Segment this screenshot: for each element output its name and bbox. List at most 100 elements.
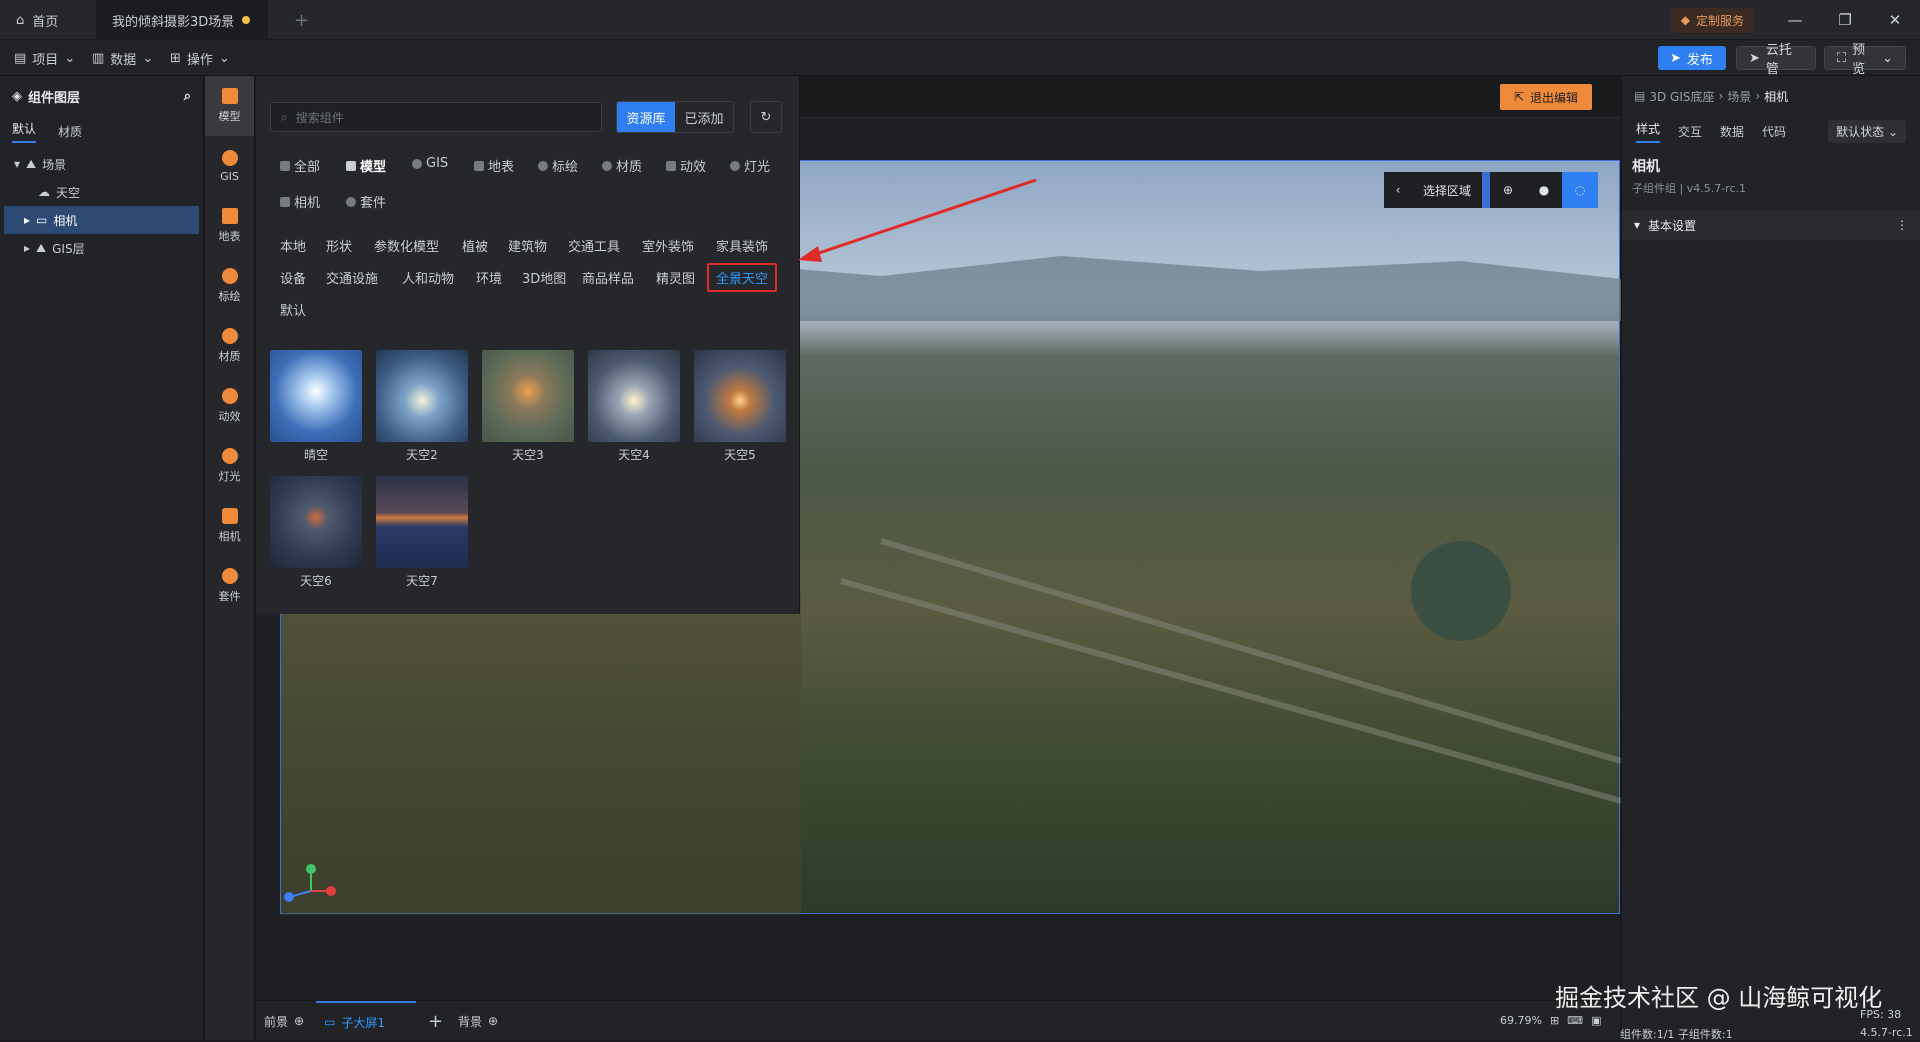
subcategory-building[interactable]: 建筑物	[508, 236, 547, 255]
sidebar-item-light[interactable]: 灯光	[205, 436, 254, 496]
tree-item-scene[interactable]: ▾ ⛰ 场景	[0, 150, 203, 178]
sky-thumbnail-3[interactable]	[482, 350, 574, 442]
layer-tab-material[interactable]: 材质	[58, 123, 82, 140]
exit-edit-button[interactable]: ⇱ 退出编辑	[1500, 84, 1592, 110]
sky-thumbnail-7[interactable]	[376, 476, 468, 568]
restore-icon[interactable]: ❐	[1820, 11, 1870, 29]
category-gis[interactable]: GIS	[412, 156, 448, 171]
add-screen-button[interactable]: +	[428, 1001, 443, 1041]
tab-home[interactable]: ⌂ 首页	[0, 0, 92, 40]
sidebar-item-model[interactable]: 模型	[205, 76, 254, 136]
camera-icon	[280, 196, 290, 207]
refresh-icon[interactable]: ↻	[750, 101, 782, 133]
sphere-icon[interactable]: ●	[1526, 172, 1562, 208]
sidebar-item-kit[interactable]: 套件	[205, 556, 254, 616]
tree-item-label: 天空	[56, 185, 81, 200]
model-icon	[346, 160, 356, 171]
subcategory-sprite[interactable]: 精灵图	[656, 268, 695, 287]
chevron-left-icon[interactable]: ‹	[1384, 172, 1412, 208]
category-terrain[interactable]: 地表	[474, 156, 514, 175]
added-button[interactable]: 已添加	[675, 102, 733, 132]
subcategory-local[interactable]: 本地	[280, 236, 306, 255]
category-material[interactable]: 材质	[602, 156, 642, 175]
tab-foreground[interactable]: 前景 ⊕	[264, 1001, 304, 1041]
subcategory-vegetation[interactable]: 植被	[462, 236, 488, 255]
tree-item-sky[interactable]: ☁ 天空	[0, 178, 203, 206]
terminal-icon[interactable]: ▣	[1591, 1014, 1601, 1027]
subcategory-shape[interactable]: 形状	[326, 236, 352, 255]
sidebar-item-effect[interactable]: 动效	[205, 376, 254, 436]
minimize-icon[interactable]: —	[1770, 11, 1820, 29]
select-area-button[interactable]: 选择区域	[1412, 172, 1482, 208]
orbit-icon[interactable]: ◌	[1562, 172, 1598, 208]
sky-thumbnail-4[interactable]	[588, 350, 680, 442]
tab-interaction[interactable]: 交互	[1678, 123, 1702, 140]
library-button[interactable]: 资源库	[617, 102, 675, 132]
sidebar-item-gis[interactable]: GIS	[205, 136, 254, 196]
subcategory-people[interactable]: 人和动物	[402, 268, 454, 287]
more-icon[interactable]: ⋮	[1896, 218, 1908, 232]
sky-icon: ☁	[38, 185, 50, 199]
tree-item-gis[interactable]: ▸ ⛰ GIS层	[0, 234, 203, 262]
tab-scene[interactable]: 我的倾斜摄影3D场景	[96, 0, 268, 40]
subcategory-3dmap[interactable]: 3D地图	[522, 268, 566, 287]
state-select[interactable]: 默认状态 ⌄	[1828, 119, 1906, 143]
tab-background[interactable]: 背景 ⊕	[458, 1001, 498, 1041]
subcategory-device[interactable]: 设备	[280, 268, 306, 287]
menu-project-label: 项目	[32, 52, 59, 68]
search-icon[interactable]: ⌕	[184, 89, 191, 104]
category-effect[interactable]: 动效	[666, 156, 706, 175]
subcategory-param-model[interactable]: 参数化模型	[374, 236, 439, 255]
close-icon[interactable]: ✕	[1870, 11, 1920, 29]
menu-operate[interactable]: ⊞ 操作 ⌄	[170, 40, 230, 76]
layer-tab-default[interactable]: 默认	[12, 120, 37, 143]
breadcrumb-item[interactable]: 场景	[1727, 88, 1751, 105]
menu-data[interactable]: ▥ 数据 ⌄	[92, 40, 153, 76]
sky-thumbnail-6[interactable]	[270, 476, 362, 568]
category-label: GIS	[426, 156, 449, 171]
tab-style[interactable]: 样式	[1636, 120, 1661, 143]
sidebar-item-camera[interactable]: 相机	[205, 496, 254, 556]
subcategory-default[interactable]: 默认	[280, 300, 306, 319]
tree-item-camera[interactable]: ▸ ▭ 相机	[4, 206, 199, 234]
subcategory-traffic[interactable]: 交通设施	[326, 268, 378, 287]
sky-thumbnail-clear[interactable]	[270, 350, 362, 442]
zoom-level[interactable]: 69.79%	[1500, 1014, 1542, 1027]
sky-thumbnail-5[interactable]	[694, 350, 786, 442]
subcategory-environment[interactable]: 环境	[476, 268, 502, 287]
tab-subscreen[interactable]: ▭ 子大屏1	[316, 1001, 416, 1041]
sidebar-item-plot[interactable]: 标绘	[205, 256, 254, 316]
subcategory-products[interactable]: 商品样品	[582, 268, 634, 287]
preview-button[interactable]: ⛶ 预览 ⌄	[1824, 43, 1906, 77]
add-circle-icon[interactable]: ⊕	[488, 1014, 498, 1028]
search-input[interactable]: ⌕ 搜索组件	[270, 102, 602, 132]
subcategory-panorama-sky[interactable]: 全景天空	[707, 263, 778, 292]
subcategory-furniture[interactable]: 家具装饰	[716, 236, 768, 255]
globe-icon[interactable]: ⊕	[1490, 172, 1526, 208]
tab-code[interactable]: 代码	[1762, 123, 1786, 140]
custom-service-button[interactable]: ◆ 定制服务	[1670, 7, 1754, 33]
category-light[interactable]: 灯光	[730, 156, 770, 175]
category-plot[interactable]: 标绘	[538, 156, 578, 175]
publish-button[interactable]: ➤ 发布	[1658, 46, 1726, 70]
sidebar-item-label: 灯光	[218, 470, 241, 483]
category-camera[interactable]: 相机	[280, 192, 320, 211]
add-circle-icon[interactable]: ⊕	[294, 1014, 304, 1028]
keyboard-icon[interactable]: ⌨	[1567, 1014, 1583, 1027]
cloud-host-button[interactable]: ➤ 云托管	[1736, 43, 1816, 77]
basic-settings-section[interactable]: ▾ 基本设置 ⋮	[1622, 210, 1920, 240]
category-all[interactable]: 全部	[280, 156, 320, 175]
sky-thumbnail-2[interactable]	[376, 350, 468, 442]
sidebar-item-material[interactable]: 材质	[205, 316, 254, 376]
subcategory-vehicle[interactable]: 交通工具	[568, 236, 620, 255]
fit-icon[interactable]: ⊞	[1550, 1014, 1559, 1027]
category-kit[interactable]: 套件	[346, 192, 386, 211]
sidebar-item-terrain[interactable]: 地表	[205, 196, 254, 256]
add-tab-button[interactable]: +	[278, 0, 310, 40]
tab-data[interactable]: 数据	[1720, 123, 1744, 140]
subcategory-outdoor[interactable]: 室外装饰	[642, 236, 694, 255]
breadcrumb-item[interactable]: 相机	[1764, 88, 1788, 105]
breadcrumb-item[interactable]: 3D GIS底座	[1649, 88, 1714, 105]
category-model[interactable]: 模型	[346, 156, 386, 175]
menu-project[interactable]: ▤ 项目 ⌄	[14, 40, 75, 76]
